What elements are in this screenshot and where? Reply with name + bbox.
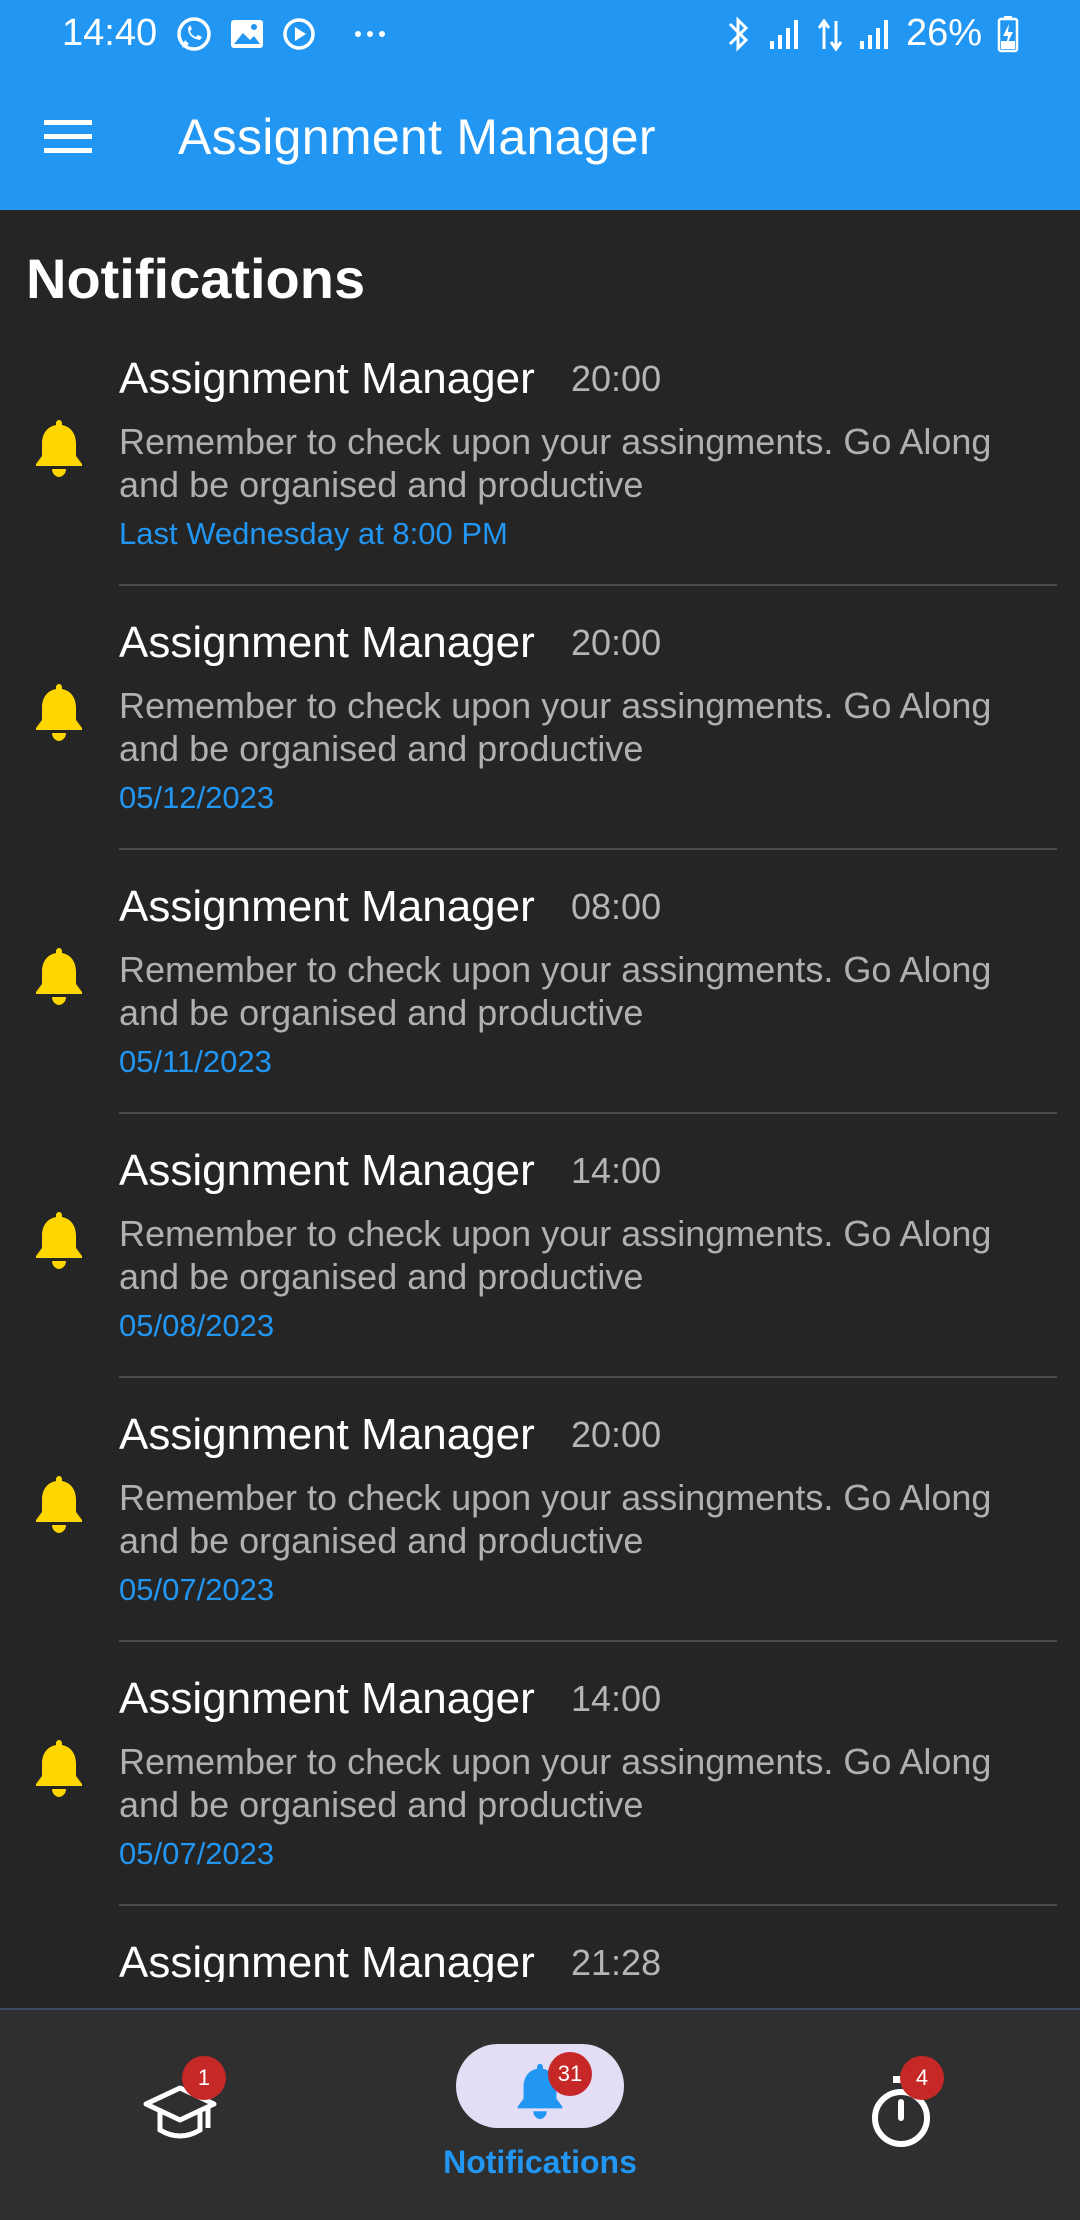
notifications-page: Notifications Assignment Manager 20:00 R… [0, 210, 1080, 2008]
notification-item[interactable]: Assignment Manager 20:00 Remember to che… [0, 338, 1080, 602]
bell-icon [36, 684, 82, 741]
nav-label-notifications: Notifications [443, 2144, 637, 2180]
status-bar: 14:40 26% [0, 0, 1080, 64]
notification-date: 05/11/2023 [119, 1044, 272, 1079]
notification-title: Assignment Manager [119, 1146, 535, 1195]
courses-badge: 1 [182, 2056, 226, 2100]
app-header: 14:40 26% Assignment Manager [0, 0, 1080, 210]
data-arrows-icon [817, 17, 843, 52]
notification-item[interactable]: Assignment Manager 14:00 Remember to che… [0, 1658, 1080, 1922]
notification-body: Remember to check upon your assingments.… [119, 421, 992, 505]
notification-title: Assignment Manager [119, 1674, 535, 1723]
notification-body: Remember to check upon your assingments.… [119, 685, 992, 769]
gallery-icon [231, 20, 263, 48]
notification-time: 14:00 [571, 1678, 662, 1719]
divider [119, 1904, 1057, 1906]
list-clip [0, 1982, 1080, 2008]
bell-icon [36, 420, 82, 477]
battery-charging-icon [997, 15, 1019, 52]
battery-percent: 26% [905, 12, 982, 54]
bell-icon [36, 1212, 82, 1269]
notification-body: Remember to check upon your assingments.… [119, 1741, 992, 1825]
notification-item[interactable]: Assignment Manager 08:00 Remember to che… [0, 866, 1080, 1130]
notification-date: Last Wednesday at 8:00 PM [119, 516, 508, 551]
notification-title: Assignment Manager [119, 1938, 535, 1987]
notification-time: 08:00 [571, 886, 662, 927]
bottom-navigation: 1 31 Notifications 4 [0, 2008, 1080, 2220]
bell-icon [36, 1740, 82, 1797]
notifications-badge: 31 [548, 2052, 592, 2096]
notification-date: 05/08/2023 [119, 1308, 275, 1343]
play-icon [283, 18, 315, 50]
status-right-icons: 26% [724, 12, 1020, 55]
notification-time: 20:00 [571, 358, 662, 399]
notification-title: Assignment Manager [119, 882, 535, 931]
page-title: Notifications [26, 247, 366, 310]
timer-badge: 4 [900, 2056, 944, 2100]
divider [119, 1112, 1057, 1114]
app-title: Assignment Manager [178, 109, 656, 165]
bluetooth-icon [728, 15, 749, 52]
notification-date: 05/07/2023 [119, 1572, 275, 1607]
divider [119, 1640, 1057, 1642]
notification-time: 20:00 [571, 622, 662, 663]
notification-body: Remember to check upon your assingments.… [119, 949, 992, 1033]
notification-title: Assignment Manager [119, 618, 535, 667]
status-time: 14:40 [62, 12, 158, 54]
hamburger-menu-icon[interactable] [44, 118, 92, 154]
notification-list[interactable]: Assignment Manager 20:00 Remember to che… [0, 338, 1080, 2008]
notification-time: 14:00 [571, 1150, 662, 1191]
notification-date: 05/07/2023 [119, 1836, 275, 1871]
notification-body: Remember to check upon your assingments.… [119, 1213, 992, 1297]
nav-item-notifications[interactable]: 31 Notifications [420, 2010, 660, 2220]
divider [119, 848, 1057, 850]
signal-icon [859, 19, 888, 49]
notification-item[interactable]: Assignment Manager 20:00 Remember to che… [0, 1394, 1080, 1658]
notification-title: Assignment Manager [119, 1410, 535, 1459]
notification-time: 20:00 [571, 1414, 662, 1455]
bell-icon [36, 1476, 82, 1533]
signal-icon [769, 19, 798, 49]
notification-item[interactable]: Assignment Manager 20:00 Remember to che… [0, 602, 1080, 866]
more-dots-icon [355, 31, 385, 37]
notification-body: Remember to check upon your assingments.… [119, 1477, 992, 1561]
nav-item-timer[interactable]: 4 [840, 2010, 960, 2220]
notification-item[interactable]: Assignment Manager 14:00 Remember to che… [0, 1130, 1080, 1394]
divider [119, 584, 1057, 586]
notification-title: Assignment Manager [119, 354, 535, 403]
bell-icon [36, 948, 82, 1005]
nav-item-courses[interactable]: 1 [120, 2010, 240, 2220]
notification-time: 21:28 [571, 1942, 662, 1983]
notification-date: 05/12/2023 [119, 780, 275, 815]
divider [119, 1376, 1057, 1378]
whatsapp-icon [177, 17, 211, 51]
status-left-icons [174, 14, 406, 54]
